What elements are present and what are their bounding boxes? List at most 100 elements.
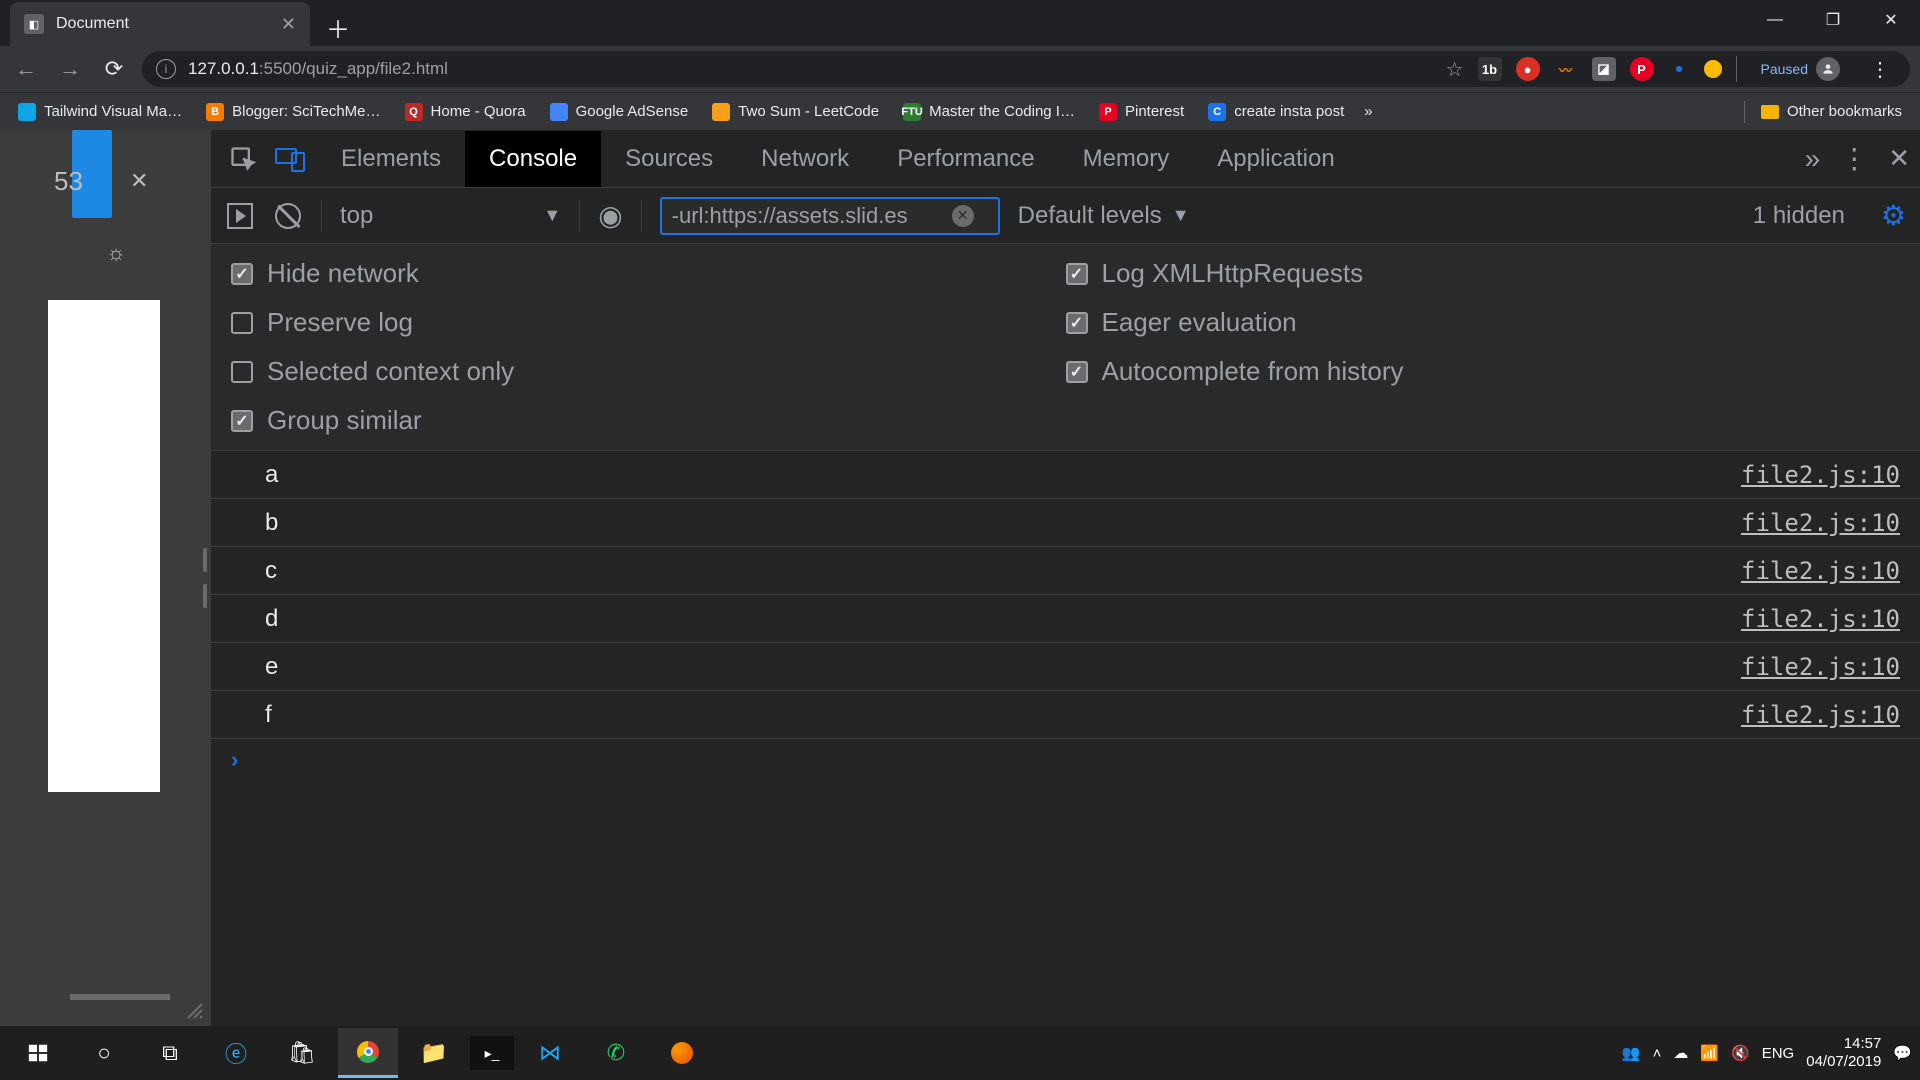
onedrive-icon[interactable]: ☁ [1673, 1044, 1688, 1062]
log-source-link[interactable]: file2.js:10 [1741, 461, 1900, 489]
task-view-button[interactable]: ⧉ [140, 1028, 200, 1078]
cortana-button[interactable]: ○ [74, 1028, 134, 1078]
bookmark-item[interactable]: PPinterest [1091, 99, 1192, 125]
log-source-link[interactable]: file2.js:10 [1741, 557, 1900, 585]
setting-preserve-log[interactable]: Preserve log [231, 307, 1066, 338]
other-bookmarks[interactable]: Other bookmarks [1753, 99, 1910, 124]
resize-handle-icon[interactable] [184, 1000, 204, 1020]
site-info-icon[interactable]: i [156, 59, 176, 79]
devtools-close-icon[interactable]: ✕ [1888, 143, 1910, 174]
taskbar-store-icon[interactable]: 🛍 [272, 1028, 332, 1078]
brightness-icon[interactable]: ☼ [106, 240, 126, 266]
extension-icon[interactable] [1704, 60, 1722, 78]
setting-autocomplete-from-history[interactable]: Autocomplete from history [1066, 356, 1901, 387]
setting-eager-evaluation[interactable]: Eager evaluation [1066, 307, 1901, 338]
bookmark-item[interactable]: Ccreate insta post [1200, 99, 1352, 125]
console-prompt[interactable]: › [211, 739, 1920, 781]
devtools-tab-elements[interactable]: Elements [317, 131, 465, 187]
setting-label: Autocomplete from history [1102, 356, 1404, 387]
bookmark-item[interactable]: QHome - Quora [397, 99, 534, 125]
log-row: cfile2.js:10 [211, 547, 1920, 595]
vertical-grip-icon[interactable] [200, 548, 210, 608]
menu-button[interactable]: ⋮ [1864, 57, 1896, 82]
maximize-button[interactable]: ❐ [1804, 0, 1862, 40]
taskbar-whatsapp-icon[interactable]: ✆ [586, 1028, 646, 1078]
bookmark-favicon-icon [18, 103, 36, 121]
taskbar-ie-icon[interactable]: ⓔ [206, 1028, 266, 1078]
log-source-link[interactable]: file2.js:10 [1741, 605, 1900, 633]
log-levels-selector[interactable]: Default levels▼ [1018, 202, 1190, 230]
minimize-button[interactable]: — [1746, 0, 1804, 40]
devtools-tabs-overflow[interactable]: » [1805, 143, 1821, 175]
live-expression-icon[interactable]: ◉ [598, 199, 622, 232]
tray-chevron-icon[interactable]: ˄ [1653, 1045, 1662, 1062]
close-strip-icon[interactable]: ✕ [130, 168, 148, 194]
start-button[interactable] [8, 1028, 68, 1078]
bookmark-star-icon[interactable]: ☆ [1446, 57, 1464, 82]
close-window-button[interactable]: ✕ [1862, 0, 1920, 40]
extension-icon[interactable]: P [1630, 57, 1654, 81]
log-source-link[interactable]: file2.js:10 [1741, 701, 1900, 729]
taskbar-firefox-icon[interactable] [652, 1028, 712, 1078]
bookmarks-overflow[interactable]: » [1364, 103, 1372, 120]
tab-close-icon[interactable]: ✕ [281, 14, 296, 35]
extension-icon[interactable]: ◪ [1592, 57, 1616, 81]
browser-tab[interactable]: ◧ Document ✕ [10, 2, 310, 46]
taskbar-explorer-icon[interactable]: 📁 [404, 1028, 464, 1078]
extension-icon[interactable]: 1b [1478, 57, 1502, 81]
strip-handle-icon[interactable] [70, 994, 170, 1000]
bookmark-item[interactable]: Tailwind Visual Ma… [10, 99, 190, 125]
console-settings-icon[interactable]: ⚙ [1881, 199, 1906, 232]
taskbar: ○ ⧉ ⓔ 🛍 📁 ▸_ ⋈ ✆ 👥 ˄ ☁ 📶 🔇 ENG 14:57 04/… [0, 1026, 1920, 1080]
hidden-count[interactable]: 1 hidden [1753, 202, 1845, 230]
setting-group-similar[interactable]: Group similar [231, 405, 1066, 436]
bookmark-item[interactable]: Two Sum - LeetCode [704, 99, 887, 125]
setting-selected-context-only[interactable]: Selected context only [231, 356, 1066, 387]
devtools-tab-application[interactable]: Application [1193, 131, 1358, 187]
inspect-element-icon[interactable] [221, 137, 265, 181]
toggle-sidebar-icon[interactable] [225, 201, 255, 231]
devtools-tab-sources[interactable]: Sources [601, 131, 737, 187]
filter-input[interactable]: ✕ [660, 197, 1000, 235]
devtools-tab-memory[interactable]: Memory [1059, 131, 1194, 187]
clock[interactable]: 14:57 04/07/2019 [1806, 1035, 1881, 1071]
device-toggle-icon[interactable] [269, 137, 313, 181]
bookmark-label: Tailwind Visual Ma… [44, 103, 182, 120]
address-bar[interactable]: i 127.0.0.1:5500/quiz_app/file2.html ☆ 1… [142, 51, 1910, 87]
profile-paused-pill[interactable]: Paused [1751, 53, 1850, 85]
filter-field[interactable] [672, 203, 952, 229]
extension-icon[interactable]: 〰 [1554, 57, 1578, 81]
action-center-icon[interactable]: 💬 [1893, 1044, 1912, 1062]
devtools-tab-console[interactable]: Console [465, 131, 601, 187]
wifi-icon[interactable]: 📶 [1700, 1044, 1719, 1062]
taskbar-vscode-icon[interactable]: ⋈ [520, 1028, 580, 1078]
reload-button[interactable]: ⟳ [98, 53, 130, 85]
bookmark-favicon-icon: FTU [903, 103, 921, 121]
taskbar-terminal-icon[interactable]: ▸_ [470, 1036, 514, 1070]
setting-hide-network[interactable]: Hide network [231, 258, 1066, 289]
extension-icon[interactable] [1676, 66, 1682, 72]
page-thumbnail[interactable] [48, 300, 160, 792]
extension-icon[interactable]: ● [1516, 57, 1540, 81]
people-icon[interactable]: 👥 [1622, 1044, 1641, 1062]
back-button[interactable]: ← [10, 53, 42, 85]
context-selector[interactable]: top▼ [340, 202, 561, 230]
checkbox-icon [231, 312, 253, 334]
bookmark-item[interactable]: Google AdSense [542, 99, 697, 125]
log-source-link[interactable]: file2.js:10 [1741, 653, 1900, 681]
devtools-menu-icon[interactable]: ⋮ [1840, 142, 1868, 175]
clear-console-icon[interactable] [273, 201, 303, 231]
devtools-tab-network[interactable]: Network [737, 131, 873, 187]
language-indicator[interactable]: ENG [1762, 1045, 1795, 1062]
clear-filter-icon[interactable]: ✕ [952, 205, 974, 227]
log-source-link[interactable]: file2.js:10 [1741, 509, 1900, 537]
bookmark-item[interactable]: BBlogger: SciTechMe… [198, 99, 388, 125]
setting-log-xmlhttprequests[interactable]: Log XMLHttpRequests [1066, 258, 1901, 289]
taskbar-chrome-icon[interactable] [338, 1028, 398, 1078]
devtools-tab-performance[interactable]: Performance [873, 131, 1058, 187]
volume-icon[interactable]: 🔇 [1731, 1044, 1750, 1062]
new-tab-button[interactable]: ＋ [326, 10, 350, 45]
forward-button[interactable]: → [54, 53, 86, 85]
bookmark-item[interactable]: FTUMaster the Coding I… [895, 99, 1083, 125]
setting-label: Selected context only [267, 356, 514, 387]
